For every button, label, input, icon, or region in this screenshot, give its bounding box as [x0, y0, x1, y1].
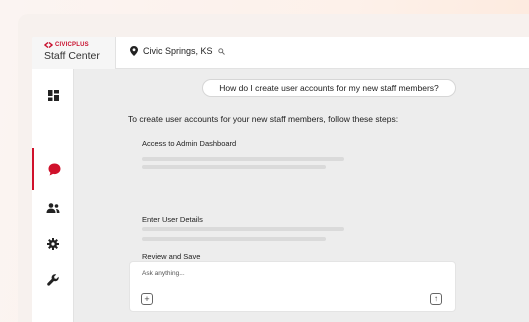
sidebar-item-chat[interactable]: [32, 148, 74, 190]
chat-bubble-icon: [48, 163, 60, 175]
chat-main: How do I create user accounts for my new…: [74, 69, 529, 322]
step-title-3: Review and Save: [142, 252, 201, 261]
step-title-1: Access to Admin Dashboard: [142, 139, 237, 148]
top-bar: CIVICPLUS Staff Center Civic Springs, KS: [32, 37, 529, 69]
people-icon: [46, 203, 60, 213]
location-name: Civic Springs, KS: [143, 46, 213, 56]
location-selector[interactable]: Civic Springs, KS: [130, 46, 225, 56]
search-icon[interactable]: [217, 47, 225, 55]
composer-input[interactable]: Ask anything...: [142, 270, 185, 277]
dashboard-icon: [47, 89, 59, 101]
step-2-placeholder-line: [142, 227, 344, 231]
add-attachment-button[interactable]: +: [141, 293, 153, 305]
plus-icon: +: [144, 293, 150, 304]
step-title-2: Enter User Details: [142, 215, 203, 224]
location-pin-icon: [130, 46, 138, 56]
app-title: Staff Center: [44, 50, 100, 62]
sidebar: [32, 69, 74, 322]
user-question-text: How do I create user accounts for my new…: [219, 83, 439, 93]
civicplus-logo: CIVICPLUS: [44, 42, 89, 48]
assistant-answer-intro: To create user accounts for your new sta…: [128, 114, 399, 124]
step-2-placeholder-line: [142, 237, 326, 241]
sidebar-item-dashboard[interactable]: [32, 74, 74, 116]
arrow-up-icon: ↑: [434, 294, 438, 303]
gear-icon: [47, 238, 59, 250]
user-question-bubble: How do I create user accounts for my new…: [202, 79, 456, 97]
civicplus-logo-mark-icon: [44, 42, 53, 48]
brand-block[interactable]: CIVICPLUS Staff Center: [32, 37, 116, 69]
send-button[interactable]: ↑: [430, 293, 442, 305]
message-composer[interactable]: Ask anything... + ↑: [129, 261, 456, 312]
sidebar-item-tools[interactable]: [32, 259, 74, 301]
logo-text: CIVICPLUS: [55, 42, 89, 48]
wrench-icon: [47, 274, 59, 286]
step-1-placeholder-line: [142, 157, 344, 161]
step-1-placeholder-line: [142, 165, 326, 169]
staff-center-app: CIVICPLUS Staff Center Civic Springs, KS: [32, 37, 529, 322]
